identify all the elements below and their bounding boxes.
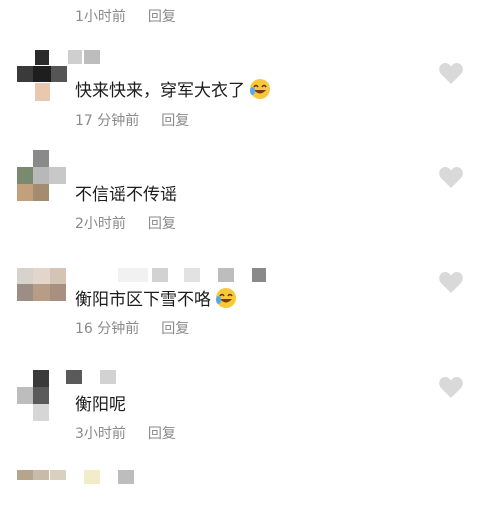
comment-item (0, 0, 480, 484)
comment-text: 不信谣不传谣 (75, 185, 177, 205)
comment-time: 17 分钟前 (75, 113, 140, 129)
avatar[interactable] (17, 470, 69, 522)
comment-time: 3小时前 (75, 426, 126, 442)
comment-meta: 2小时前 回复 (75, 213, 176, 233)
comment-text: 衡阳市区下雪不咯 (75, 285, 237, 310)
comment-time: 2小时前 (75, 216, 126, 232)
comment-meta: 17 分钟前 回复 (75, 110, 189, 130)
heart-icon[interactable] (438, 166, 464, 190)
avatar[interactable] (17, 268, 69, 320)
reply-button[interactable]: 回复 (161, 110, 189, 130)
reply-button[interactable]: 回复 (148, 213, 176, 233)
avatar[interactable] (17, 370, 69, 422)
reply-button[interactable]: 回复 (161, 318, 189, 338)
heart-icon[interactable] (438, 271, 464, 295)
heart-icon[interactable] (438, 376, 464, 400)
laughing-tears-emoji (216, 287, 236, 308)
comment-text: 衡阳呢 (75, 395, 126, 415)
reply-button[interactable]: 回复 (148, 423, 176, 443)
comment-meta: 16 分钟前 回复 (75, 318, 189, 338)
avatar[interactable] (17, 150, 69, 202)
comment-time: 16 分钟前 (75, 321, 140, 337)
comment-meta: 3小时前 回复 (75, 423, 176, 443)
